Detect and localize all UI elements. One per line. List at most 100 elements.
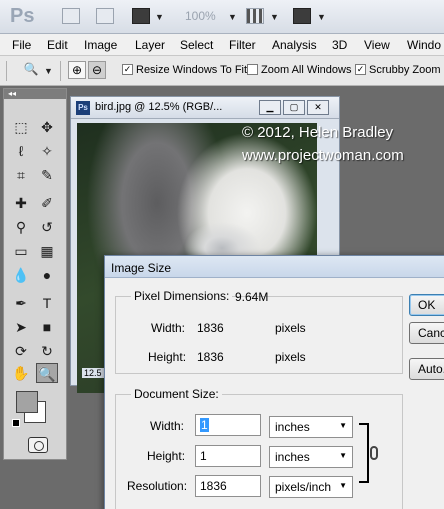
auto-button[interactable]: Auto...	[409, 358, 444, 380]
watermark-copyright: © 2012, Helen Bradley	[242, 124, 394, 141]
eraser-icon[interactable]: ▭	[10, 241, 32, 261]
scrubby-zoom-label: Scrubby Zoom	[369, 64, 441, 76]
doc-height-input[interactable]: 1	[195, 445, 261, 467]
menu-bar: File Edit Image Layer Select Filter Anal…	[0, 34, 444, 56]
zoom-level-display[interactable]: 100%	[185, 9, 216, 23]
document-size-label: Document Size:	[131, 387, 222, 401]
minimize-button[interactable]: ▁	[259, 100, 281, 115]
maximize-button[interactable]: ▢	[283, 100, 305, 115]
doc-width-label: Width:	[150, 419, 185, 433]
document-zoom-status[interactable]: 12.5	[82, 368, 104, 378]
menu-layer[interactable]: Layer	[135, 38, 165, 52]
foreground-color-swatch[interactable]	[16, 391, 38, 413]
doc-width-unit-select[interactable]: inches ▼	[269, 416, 353, 438]
chevron-down-icon: ▼	[339, 451, 347, 460]
close-button[interactable]: ✕	[307, 100, 329, 115]
collapse-panel-icon[interactable]: ◂◂	[4, 89, 66, 99]
dodge-icon[interactable]: ●	[36, 265, 58, 285]
zoom-all-windows-checkbox[interactable]	[247, 64, 258, 75]
menu-filter[interactable]: Filter	[229, 38, 256, 52]
resolution-unit-select[interactable]: pixels/inch ▼	[269, 476, 353, 498]
chevron-down-icon[interactable]: ▼	[317, 12, 326, 22]
dialog-title-bar[interactable]: Image Size	[105, 256, 444, 278]
menu-analysis[interactable]: Analysis	[272, 38, 317, 52]
default-colors-icon[interactable]	[12, 419, 20, 427]
zoom-tool-preset-icon[interactable]: 🔍	[22, 61, 40, 79]
scrubby-zoom-checkbox[interactable]: ✓	[355, 64, 366, 75]
tools-panel: ◂◂ ⬚ ✥ ℓ ✧ ⌗ ✎ ✚ ✐ ⚲ ↺ ▭ ▦ 💧 ● ✒ T ➤ ■ ⟳…	[3, 88, 67, 460]
chevron-down-icon[interactable]: ▼	[228, 12, 237, 22]
resolution-input[interactable]: 1836	[195, 475, 261, 497]
gradient-icon[interactable]: ▦	[36, 241, 58, 261]
options-bar: 🔍 ▼ ⊕ ⊖ ✓ Resize Windows To Fit Zoom All…	[0, 56, 444, 86]
zoom-tool-icon[interactable]: 🔍	[36, 363, 58, 383]
dialog-title: Image Size	[111, 261, 172, 275]
3d-rotate-icon[interactable]: ⟳	[10, 341, 32, 361]
pixel-height-unit: pixels	[275, 350, 306, 364]
constrain-proportions-bracket	[359, 423, 369, 483]
view-extras-icon[interactable]	[132, 8, 150, 24]
image-size-dialog: Image Size Pixel Dimensions: 9.64M Width…	[104, 255, 444, 509]
magic-wand-icon[interactable]: ✧	[36, 141, 58, 161]
clone-stamp-icon[interactable]: ⚲	[10, 217, 32, 237]
options-grip	[6, 61, 7, 81]
eyedropper-icon[interactable]: ✎	[36, 165, 58, 185]
screen-mode-icon[interactable]	[293, 8, 311, 24]
menu-window[interactable]: Windo	[407, 38, 441, 52]
watermark-url: www.projectwoman.com	[242, 147, 404, 164]
photoshop-document-icon: Ps	[76, 101, 90, 115]
menu-edit[interactable]: Edit	[47, 38, 68, 52]
doc-height-unit-select[interactable]: inches ▼	[269, 446, 353, 468]
menu-file[interactable]: File	[12, 38, 31, 52]
chain-link-icon	[370, 446, 378, 460]
type-icon[interactable]: T	[36, 293, 58, 313]
3d-orbit-icon[interactable]: ↻	[36, 341, 58, 361]
pixel-height-label: Height:	[148, 350, 187, 364]
chevron-down-icon[interactable]: ▼	[270, 12, 279, 22]
pixel-width-value: 1836	[197, 321, 224, 335]
zoom-in-button[interactable]: ⊕	[68, 61, 86, 79]
brush-icon[interactable]: ✐	[36, 193, 58, 213]
photoshop-logo: Ps	[10, 5, 35, 27]
zoom-out-button[interactable]: ⊖	[88, 61, 106, 79]
chevron-down-icon[interactable]: ▼	[155, 12, 164, 22]
cancel-button[interactable]: Cancel	[409, 322, 444, 344]
document-title-bar[interactable]: Ps bird.jpg @ 12.5% (RGB/... ▁ ▢ ✕	[71, 97, 339, 119]
chevron-down-icon: ▼	[339, 421, 347, 430]
shape-icon[interactable]: ■	[36, 317, 58, 337]
hand-icon[interactable]: ✋	[10, 363, 32, 383]
mini-bridge-icon[interactable]	[96, 8, 114, 24]
menu-select[interactable]: Select	[180, 38, 213, 52]
application-bar: Ps ▼ 100% ▼ ▼ ▼	[0, 0, 444, 34]
zoom-all-windows-label: Zoom All Windows	[261, 64, 352, 76]
pixel-width-unit: pixels	[275, 321, 306, 335]
resize-windows-label: Resize Windows To Fit	[136, 64, 248, 76]
pixel-dimensions-value: 9.64M	[235, 290, 269, 304]
options-separator	[60, 61, 61, 81]
doc-width-input[interactable]: 1	[195, 414, 261, 436]
path-selection-icon[interactable]: ➤	[10, 317, 32, 337]
menu-image[interactable]: Image	[84, 38, 117, 52]
resize-windows-checkbox[interactable]: ✓	[122, 64, 133, 75]
blur-icon[interactable]: 💧	[10, 265, 32, 285]
arrange-documents-icon[interactable]	[246, 8, 264, 24]
chevron-down-icon[interactable]: ▼	[44, 66, 53, 76]
pixel-dimensions-label: Pixel Dimensions:	[131, 289, 233, 303]
menu-3d[interactable]: 3D	[332, 38, 347, 52]
lasso-icon[interactable]: ℓ	[10, 141, 32, 161]
pixel-width-label: Width:	[151, 321, 186, 335]
bridge-icon[interactable]	[62, 8, 80, 24]
rectangular-marquee-icon[interactable]: ⬚	[10, 117, 32, 137]
pixel-height-value: 1836	[197, 350, 224, 364]
chevron-down-icon: ▼	[339, 481, 347, 490]
ok-button[interactable]: OK	[409, 294, 444, 316]
healing-brush-icon[interactable]: ✚	[10, 193, 32, 213]
move-tool-icon[interactable]: ✥	[36, 117, 58, 137]
doc-height-label: Height:	[147, 449, 186, 463]
crop-icon[interactable]: ⌗	[10, 165, 32, 185]
menu-view[interactable]: View	[364, 38, 390, 52]
pen-icon[interactable]: ✒	[10, 293, 32, 313]
history-brush-icon[interactable]: ↺	[36, 217, 58, 237]
resolution-label: Resolution:	[127, 479, 188, 493]
quick-mask-icon[interactable]	[28, 437, 48, 453]
